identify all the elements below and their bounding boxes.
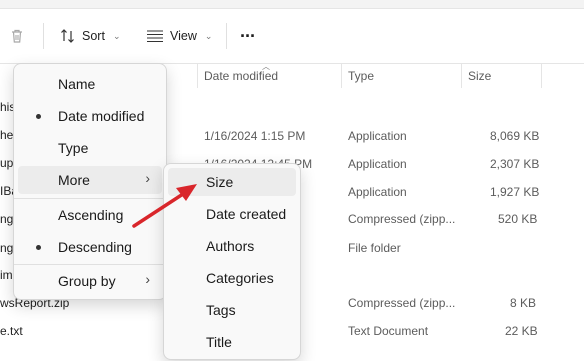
annotation-arrow-icon [132,184,197,228]
